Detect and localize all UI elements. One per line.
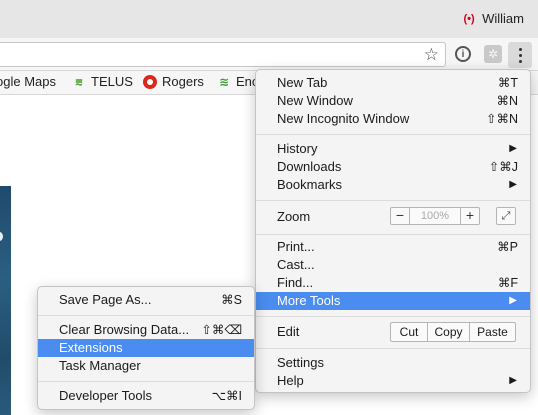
menu-item-label: Downloads: [277, 159, 342, 174]
menu-item-task-manager[interactable]: Task Manager: [38, 357, 254, 375]
more-tools-submenu: Save Page As... ⌘S Clear Browsing Data..…: [37, 286, 255, 410]
zoom-out-button[interactable]: −: [391, 208, 409, 224]
menu-item-label: Settings: [277, 355, 324, 370]
menu-item-clear-browsing-data[interactable]: Clear Browsing Data... ⇧⌘⌫: [38, 321, 254, 339]
menu-item-new-window[interactable]: New Window ⌘N: [256, 92, 530, 110]
menu-item-label: Help: [277, 373, 304, 388]
menu-separator: [256, 316, 530, 317]
profile-button[interactable]: (•) William: [462, 11, 524, 26]
menu-item-new-incognito-window[interactable]: New Incognito Window ⇧⌘N: [256, 110, 530, 128]
enc-icon: ≋: [218, 74, 230, 89]
shortcut-label: ⌘N: [496, 94, 518, 108]
menu-item-settings[interactable]: Settings: [256, 354, 530, 372]
bookmark-telus[interactable]: ⩳ TELUS: [72, 74, 133, 89]
menu-item-cast[interactable]: Cast...: [256, 256, 530, 274]
bookmark-rogers[interactable]: Rogers: [143, 74, 204, 89]
menu-dot-icon: [518, 59, 522, 63]
shortcut-label: ⌘S: [221, 293, 242, 307]
copy-button[interactable]: Copy: [427, 323, 469, 341]
menu-item-developer-tools[interactable]: Developer Tools ⌥⌘I: [38, 387, 254, 405]
menu-item-save-page-as[interactable]: Save Page As... ⌘S: [38, 291, 254, 309]
shortcut-label: ⇧⌘N: [485, 112, 518, 126]
menu-item-label: New Tab: [277, 75, 328, 90]
menu-item-extensions[interactable]: Extensions: [38, 339, 254, 357]
menu-separator: [38, 315, 254, 316]
submenu-arrow-icon: ▶: [509, 179, 517, 190]
shortcut-label: ⌘T: [497, 76, 518, 90]
menu-item-label: Print...: [277, 239, 315, 254]
submenu-arrow-icon: ▶: [509, 295, 517, 306]
menu-item-label: More Tools: [277, 293, 341, 308]
menu-item-label: Save Page As...: [59, 292, 152, 307]
zoom-level: 100%: [409, 208, 461, 224]
paste-button[interactable]: Paste: [469, 323, 515, 341]
cut-button[interactable]: Cut: [391, 323, 427, 341]
menu-dot-icon: [518, 47, 522, 51]
zoom-controls: − 100% +: [390, 207, 480, 225]
page-image: [0, 186, 11, 415]
shortcut-label: ⇧⌘J: [488, 160, 518, 174]
bookmark-label: ogle Maps: [0, 74, 56, 89]
menu-item-history[interactable]: History ▶: [256, 140, 530, 158]
telus-icon: ⩳: [75, 74, 83, 89]
menu-item-label: Cast...: [277, 257, 315, 272]
menu-separator: [256, 234, 530, 235]
menu-separator: [38, 381, 254, 382]
menu-item-label: Task Manager: [59, 358, 141, 373]
shortcut-label: ⇧⌘⌫: [201, 323, 242, 337]
menu-dot-icon: [518, 53, 522, 57]
menu-item-label: Find...: [277, 275, 314, 290]
menu-item-bookmarks[interactable]: Bookmarks ▶: [256, 176, 530, 194]
shortcut-label: ⌥⌘I: [211, 389, 242, 403]
bookmark-star-icon[interactable]: ☆: [424, 45, 439, 65]
menu-item-label: Extensions: [59, 340, 123, 355]
address-bar[interactable]: ☆: [0, 42, 446, 67]
menu-item-downloads[interactable]: Downloads ⇧⌘J: [256, 158, 530, 176]
profile-icon: (•): [463, 12, 475, 25]
submenu-arrow-icon: ▶: [509, 375, 517, 386]
edit-controls: Cut Copy Paste: [390, 322, 516, 342]
chrome-menu-button[interactable]: [508, 42, 532, 68]
submenu-arrow-icon: ▶: [509, 143, 517, 154]
menu-separator: [256, 348, 530, 349]
fullscreen-icon[interactable]: ⤢: [496, 207, 516, 225]
rogers-icon: [143, 74, 157, 89]
menu-separator: [256, 200, 530, 201]
chrome-main-menu: New Tab ⌘T New Window ⌘N New Incognito W…: [255, 69, 531, 393]
bookmark-enc[interactable]: ≋ Enc: [217, 74, 258, 89]
menu-item-label: New Window: [277, 93, 353, 108]
menu-item-find[interactable]: Find... ⌘F: [256, 274, 530, 292]
shortcut-label: ⌘P: [497, 240, 518, 254]
menu-item-help[interactable]: Help ▶: [256, 372, 530, 390]
menu-item-more-tools[interactable]: More Tools ▶: [256, 292, 530, 310]
menu-item-print[interactable]: Print... ⌘P: [256, 238, 530, 256]
menu-item-label: New Incognito Window: [277, 111, 410, 126]
shortcut-label: ⌘F: [497, 276, 518, 290]
window-title-strip: (•) William: [0, 0, 538, 38]
menu-item-label: Clear Browsing Data...: [59, 322, 190, 337]
profile-name: William: [482, 11, 524, 26]
browser-toolbar: ☆ i ✲: [0, 38, 538, 71]
info-extension-icon[interactable]: i: [455, 46, 471, 62]
zoom-in-button[interactable]: +: [461, 208, 479, 224]
bookmark-label: TELUS: [91, 74, 133, 89]
menu-separator: [256, 134, 530, 135]
bookmark-google-maps[interactable]: ogle Maps: [0, 74, 56, 89]
menu-item-label: History: [277, 141, 318, 156]
menu-item-new-tab[interactable]: New Tab ⌘T: [256, 74, 530, 92]
extension-icon[interactable]: ✲: [484, 45, 502, 63]
menu-item-label: Edit: [277, 324, 300, 339]
bookmark-label: Rogers: [162, 74, 204, 89]
menu-item-label: Zoom: [277, 209, 311, 224]
menu-item-label: Developer Tools: [59, 388, 152, 403]
menu-item-label: Bookmarks: [277, 177, 343, 192]
